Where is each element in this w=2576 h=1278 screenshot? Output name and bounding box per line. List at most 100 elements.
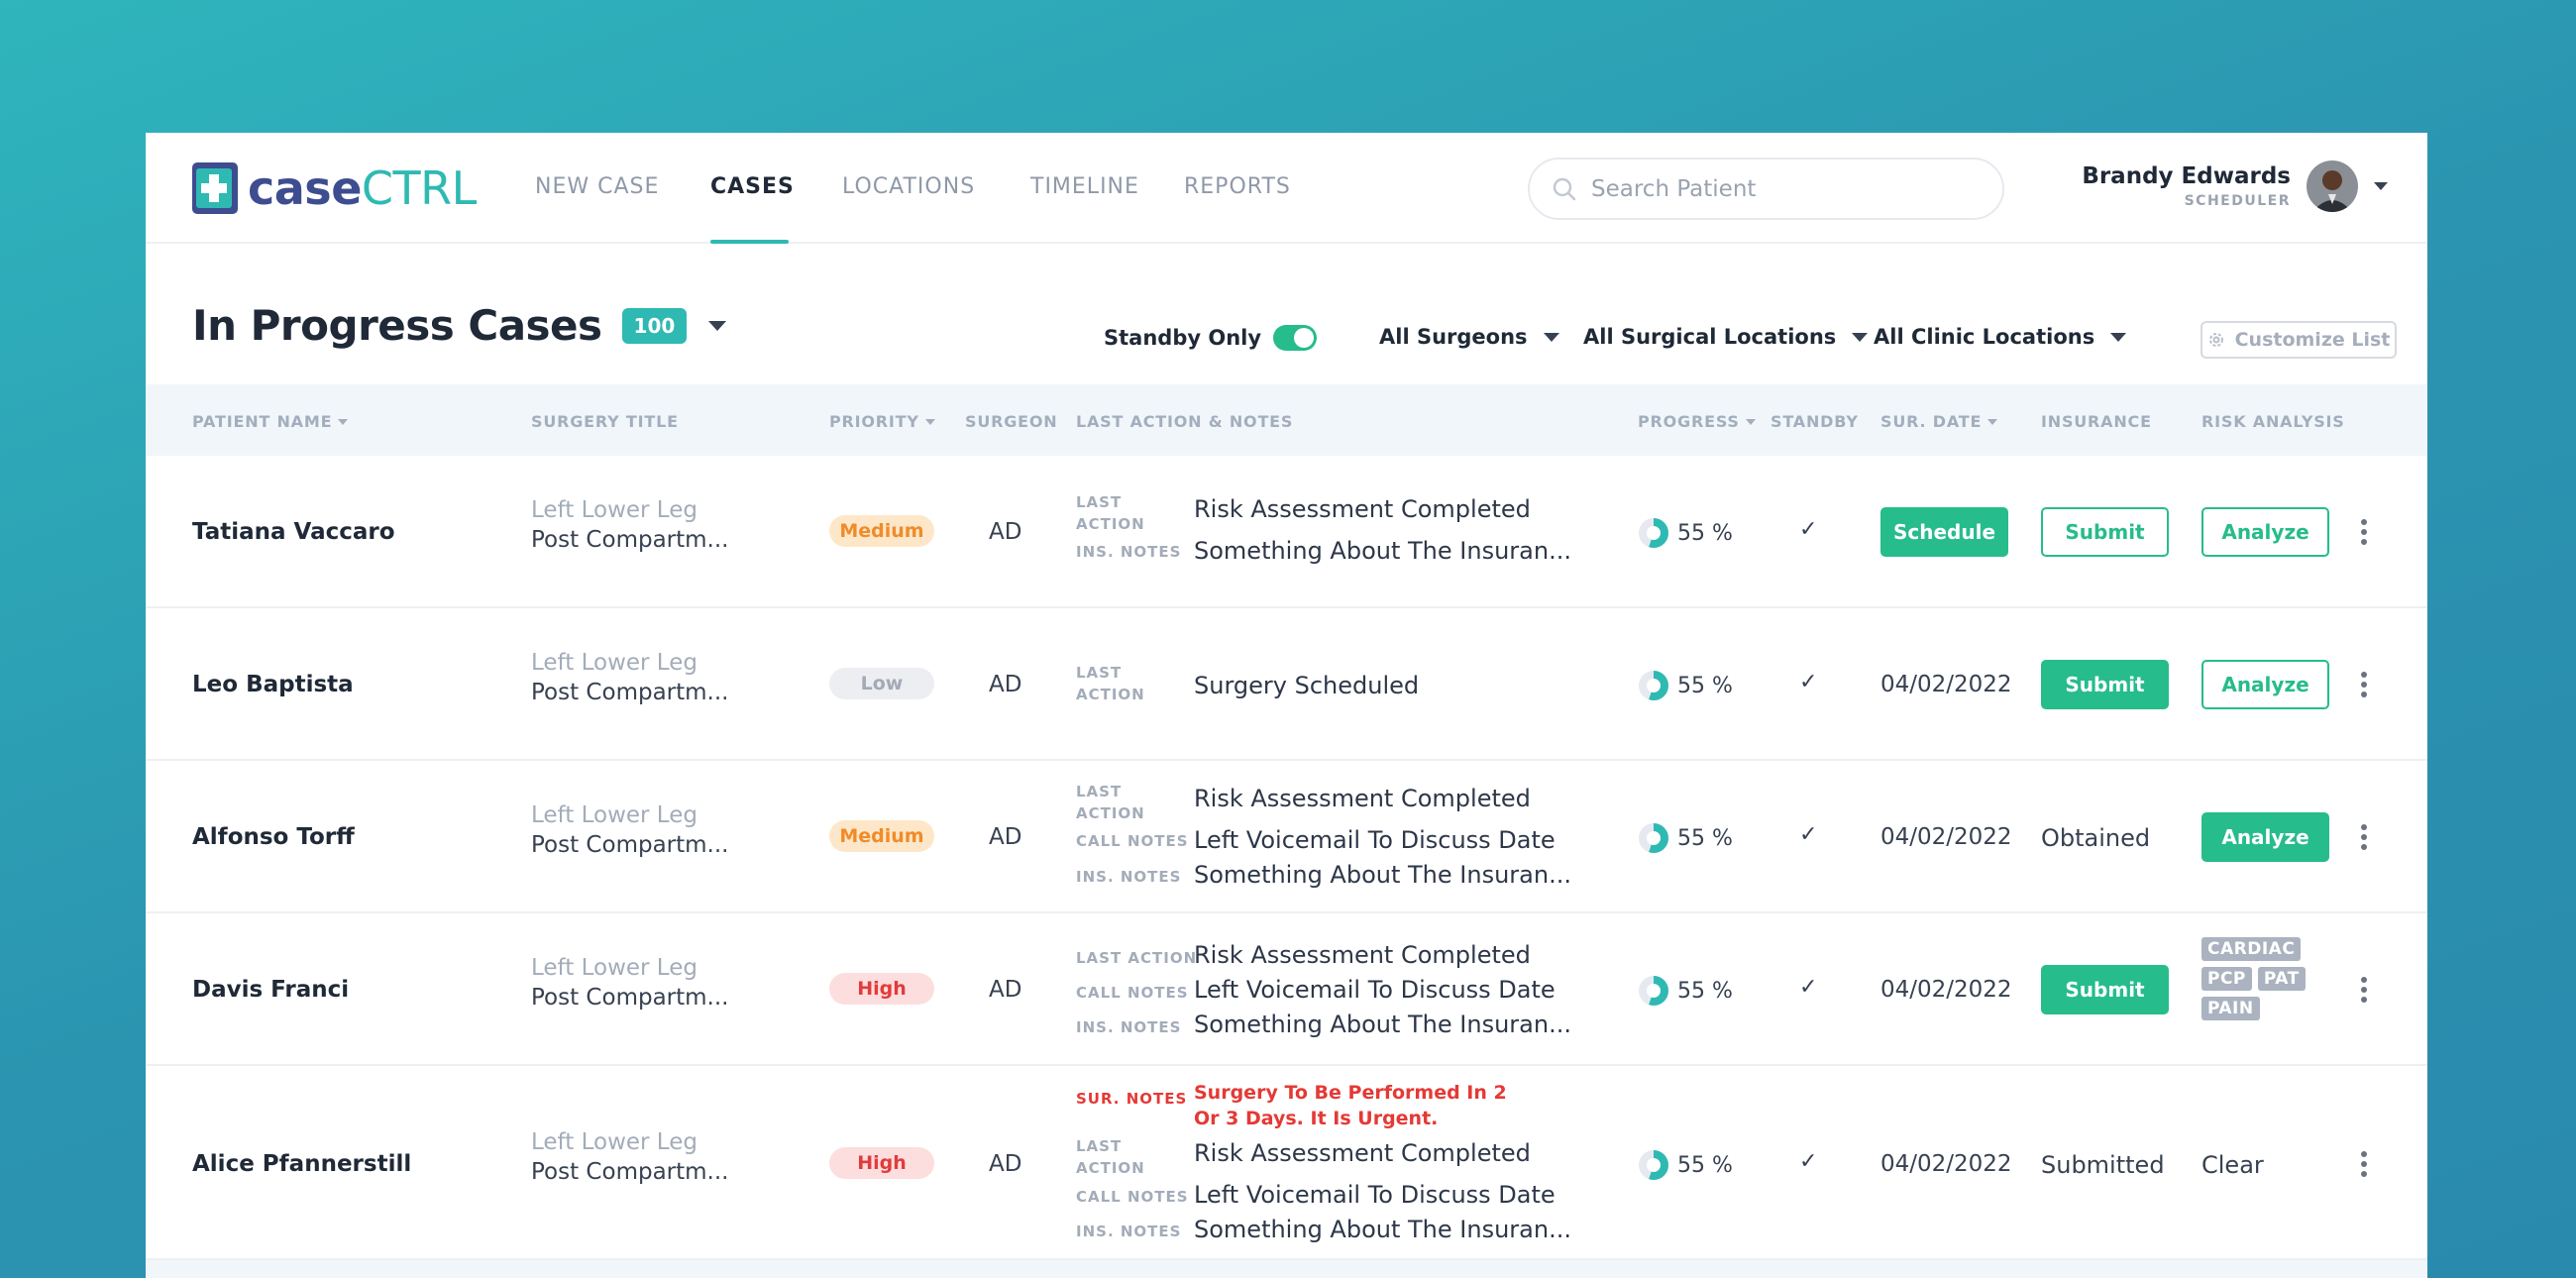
surgery-date: 04/02/2022 bbox=[1880, 1151, 2012, 1177]
surgery-title-line2: Post Compartm... bbox=[531, 985, 729, 1011]
progress-ring-icon bbox=[1639, 518, 1668, 548]
table-row[interactable]: Alfonso Torff Left Lower Leg Post Compar… bbox=[146, 761, 2427, 913]
note-label: CALL NOTES bbox=[1076, 1188, 1189, 1206]
notes-block: LAST ACTION Risk Assessment Completed CA… bbox=[1076, 941, 1571, 1050]
note-text: Something About The Insuran... bbox=[1194, 1216, 1571, 1243]
progress: 55 % bbox=[1638, 670, 1733, 701]
tab-new-case[interactable]: NEW CASE bbox=[535, 174, 659, 199]
note-label: INS. NOTES bbox=[1076, 1018, 1182, 1036]
search-icon bbox=[1553, 177, 1576, 200]
tab-cases[interactable]: CASES bbox=[710, 174, 795, 199]
analyze-button[interactable]: Analyze bbox=[2201, 507, 2329, 557]
page-header: In Progress Cases 100 bbox=[192, 301, 727, 350]
note-label: CALL NOTES bbox=[1076, 984, 1189, 1002]
table-header: PATIENT NAME SURGERY TITLE PRIORITY SURG… bbox=[146, 384, 2427, 456]
note-text: Risk Assessment Completed bbox=[1194, 941, 1531, 969]
note-label: INS. NOTES bbox=[1076, 1223, 1182, 1240]
progress-ring-icon bbox=[1639, 823, 1668, 853]
top-navigation: caseCTRL NEW CASE CASES LOCATIONS TIMELI… bbox=[146, 133, 2427, 244]
analyze-button[interactable]: Analyze bbox=[2201, 660, 2329, 709]
surgery-title-line1: Left Lower Leg bbox=[531, 955, 698, 981]
progress-value: 55 % bbox=[1677, 520, 1733, 546]
progress-value: 55 % bbox=[1677, 1152, 1733, 1178]
progress-ring-icon bbox=[1639, 1150, 1668, 1180]
surgery-date: 04/02/2022 bbox=[1880, 977, 2012, 1003]
app-window: caseCTRL NEW CASE CASES LOCATIONS TIMELI… bbox=[146, 133, 2427, 1278]
table-row[interactable]: Tatiana Vaccaro Left Lower Leg Post Comp… bbox=[146, 456, 2427, 608]
column-priority[interactable]: PRIORITY bbox=[829, 412, 935, 431]
patient-name[interactable]: Leo Baptista bbox=[192, 672, 354, 697]
risk-tag[interactable]: PAT bbox=[2257, 967, 2306, 991]
column-progress[interactable]: PROGRESS bbox=[1638, 412, 1756, 431]
table-row[interactable]: Davis Franci Left Lower Leg Post Compart… bbox=[146, 913, 2427, 1066]
user-menu[interactable]: Brandy Edwards SCHEDULER bbox=[2082, 160, 2388, 212]
standby-toggle[interactable] bbox=[1273, 325, 1318, 351]
schedule-button[interactable]: Schedule bbox=[1880, 507, 2008, 557]
surgeon-initials: AD bbox=[989, 824, 1022, 850]
chevron-down-icon[interactable] bbox=[708, 320, 727, 331]
table-footer-strip bbox=[146, 1260, 2427, 1278]
risk-tag[interactable]: PCP bbox=[2201, 967, 2252, 991]
risk-tag[interactable]: CARDIAC bbox=[2201, 937, 2302, 961]
surgeon-initials: AD bbox=[989, 519, 1022, 545]
progress: 55 % bbox=[1638, 975, 1733, 1007]
sort-caret-icon bbox=[338, 418, 349, 425]
progress-ring-icon bbox=[1639, 976, 1668, 1006]
patient-name[interactable]: Davis Franci bbox=[192, 977, 349, 1003]
submit-insurance-button[interactable]: Submit bbox=[2041, 507, 2169, 557]
analyze-button[interactable]: Analyze bbox=[2201, 812, 2329, 862]
note-text: Something About The Insuran... bbox=[1194, 1011, 1571, 1038]
surgery-title-line2: Post Compartm... bbox=[531, 832, 729, 858]
clinic-locations-filter-label: All Clinic Locations bbox=[1874, 325, 2095, 349]
clinic-locations-filter[interactable]: All Clinic Locations bbox=[1874, 325, 2127, 349]
priority-badge: Medium bbox=[829, 820, 934, 852]
more-options-icon[interactable] bbox=[2358, 519, 2370, 545]
column-sur-date[interactable]: SUR. DATE bbox=[1880, 412, 1998, 431]
search-box[interactable] bbox=[1528, 158, 2004, 220]
surgery-date: 04/02/2022 bbox=[1880, 824, 2012, 850]
user-avatar-icon bbox=[2307, 160, 2358, 212]
submit-insurance-button[interactable]: Submit bbox=[2041, 965, 2169, 1014]
note-text: Something About The Insuran... bbox=[1194, 537, 1571, 565]
chevron-down-icon[interactable] bbox=[2374, 182, 2388, 190]
customize-list-label: Customize List bbox=[2234, 329, 2391, 351]
table-row[interactable]: Alice Pfannerstill Left Lower Leg Post C… bbox=[146, 1066, 2427, 1260]
note-text: Risk Assessment Completed bbox=[1194, 1139, 1531, 1167]
note-text: Risk Assessment Completed bbox=[1194, 785, 1531, 812]
patient-name[interactable]: Alice Pfannerstill bbox=[192, 1151, 411, 1177]
standby-only-filter[interactable]: Standby Only bbox=[1104, 325, 1318, 351]
logo[interactable]: caseCTRL bbox=[192, 162, 477, 214]
note-label: SUR. NOTES bbox=[1076, 1090, 1188, 1108]
more-options-icon[interactable] bbox=[2358, 672, 2370, 697]
risk-tag[interactable]: PAIN bbox=[2201, 997, 2260, 1020]
avatar[interactable] bbox=[2307, 160, 2358, 212]
tab-reports[interactable]: REPORTS bbox=[1184, 174, 1291, 199]
standby-check-icon: ✓ bbox=[1799, 670, 1818, 694]
surgery-title-line2: Post Compartm... bbox=[531, 527, 729, 553]
active-tab-indicator bbox=[710, 240, 789, 244]
progress-value: 55 % bbox=[1677, 978, 1733, 1004]
column-patient-name[interactable]: PATIENT NAME bbox=[192, 412, 349, 431]
patient-name[interactable]: Tatiana Vaccaro bbox=[192, 519, 395, 545]
more-options-icon[interactable] bbox=[2358, 1151, 2370, 1177]
logo-mark-icon bbox=[192, 162, 238, 214]
customize-list-button[interactable]: Customize List bbox=[2200, 321, 2397, 359]
logo-text-case: case bbox=[248, 161, 362, 215]
more-options-icon[interactable] bbox=[2358, 977, 2370, 1003]
page-title: In Progress Cases bbox=[192, 301, 602, 350]
surgical-locations-filter[interactable]: All Surgical Locations bbox=[1583, 325, 1869, 349]
tab-timeline[interactable]: TIMELINE bbox=[1030, 174, 1139, 199]
gear-icon bbox=[2208, 333, 2223, 347]
progress: 55 % bbox=[1638, 822, 1733, 854]
note-label: CALL NOTES bbox=[1076, 832, 1189, 850]
note-text: Surgery Scheduled bbox=[1194, 672, 1420, 699]
submit-insurance-button[interactable]: Submit bbox=[2041, 660, 2169, 709]
table-row[interactable]: Leo Baptista Left Lower Leg Post Compart… bbox=[146, 608, 2427, 761]
patient-name[interactable]: Alfonso Torff bbox=[192, 824, 355, 850]
surgeons-filter[interactable]: All Surgeons bbox=[1379, 325, 1559, 349]
progress-value: 55 % bbox=[1677, 825, 1733, 851]
more-options-icon[interactable] bbox=[2358, 824, 2370, 850]
note-label: LAST ACTION bbox=[1076, 949, 1198, 967]
tab-locations[interactable]: LOCATIONS bbox=[842, 174, 975, 199]
search-input[interactable] bbox=[1591, 175, 1968, 202]
